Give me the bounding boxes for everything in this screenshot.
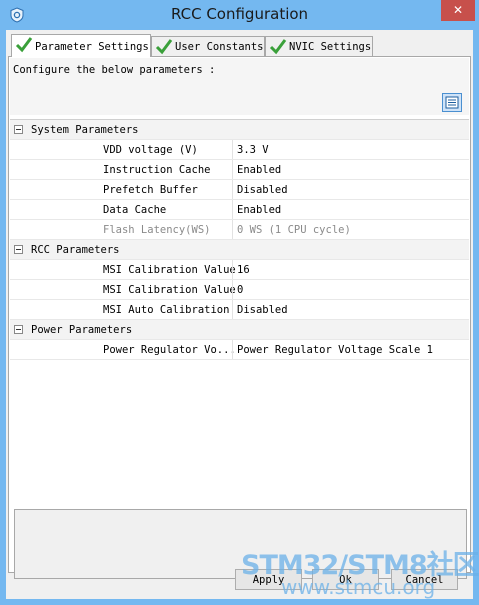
dialog-body: Parameter Settings User Constants NVIC S… — [6, 30, 479, 599]
param-name: MSI Calibration Value — [103, 284, 236, 296]
check-icon — [15, 37, 33, 53]
param-name: Instruction Cache — [103, 164, 211, 176]
check-icon — [269, 39, 287, 55]
param-value[interactable]: Enabled — [237, 204, 281, 216]
param-row-power-regulator[interactable]: Power Regulator Vo... Power Regulator Vo… — [10, 340, 469, 360]
tab-label: NVIC Settings — [289, 41, 372, 53]
column-divider — [232, 260, 233, 279]
column-divider — [232, 140, 233, 159]
group-rcc-parameters[interactable]: RCC Parameters — [10, 240, 469, 260]
view-toggle-button[interactable] — [442, 93, 462, 112]
group-label: RCC Parameters — [31, 244, 120, 256]
param-row-data-cache[interactable]: Data Cache Enabled — [10, 200, 469, 220]
tab-nvic-settings[interactable]: NVIC Settings — [265, 36, 373, 56]
tab-user-constants[interactable]: User Constants — [151, 36, 265, 56]
param-row-flash-latency: Flash Latency(WS) 0 WS (1 CPU cycle) — [10, 220, 469, 240]
window-title: RCC Configuration — [170, 5, 309, 23]
param-value[interactable]: Power Regulator Voltage Scale 1 — [237, 344, 433, 356]
param-name: Prefetch Buffer — [103, 184, 198, 196]
apply-button[interactable]: Apply — [235, 569, 302, 590]
column-divider — [232, 220, 233, 239]
parameter-settings-panel: Configure the below parameters : System … — [8, 56, 471, 579]
column-divider — [232, 200, 233, 219]
param-value[interactable]: 3.3 V — [237, 144, 269, 156]
param-value[interactable]: Disabled — [237, 184, 288, 196]
tab-parameter-settings[interactable]: Parameter Settings — [11, 34, 151, 57]
param-row-prefetch-buffer[interactable]: Prefetch Buffer Disabled — [10, 180, 469, 200]
collapse-icon[interactable] — [14, 325, 23, 334]
rcc-configuration-window: RCC Configuration ✕ Parameter Settings U… — [0, 0, 479, 605]
param-row-vdd-voltage[interactable]: VDD voltage (V) 3.3 V — [10, 140, 469, 160]
column-divider — [232, 280, 233, 299]
close-button[interactable]: ✕ — [441, 0, 475, 21]
parameter-grid: System Parameters VDD voltage (V) 3.3 V … — [10, 119, 469, 479]
param-row-msi-auto-calibration[interactable]: MSI Auto Calibration Disabled — [10, 300, 469, 320]
column-divider — [232, 340, 233, 359]
cancel-button[interactable]: Cancel — [391, 569, 458, 590]
column-divider — [232, 300, 233, 319]
param-name: MSI Calibration Value — [103, 264, 236, 276]
param-value[interactable]: 0 — [237, 284, 243, 296]
column-divider — [232, 160, 233, 179]
param-value: 0 WS (1 CPU cycle) — [237, 224, 351, 236]
panel-header: Configure the below parameters : — [10, 58, 469, 115]
group-label: Power Parameters — [31, 324, 133, 336]
param-value[interactable]: Disabled — [237, 304, 288, 316]
group-power-parameters[interactable]: Power Parameters — [10, 320, 469, 340]
title-bar[interactable]: RCC Configuration ✕ — [0, 0, 479, 30]
column-divider — [232, 180, 233, 199]
param-name: VDD voltage (V) — [103, 144, 198, 156]
tab-label: User Constants — [175, 41, 264, 53]
tab-label: Parameter Settings — [35, 41, 149, 53]
param-name: MSI Auto Calibration — [103, 304, 230, 316]
param-name: Data Cache — [103, 204, 167, 216]
configure-label: Configure the below parameters : — [13, 64, 216, 76]
group-label: System Parameters — [31, 124, 139, 136]
param-name: Power Regulator Vo... — [103, 344, 236, 356]
param-value[interactable]: Enabled — [237, 164, 281, 176]
list-view-icon — [445, 96, 459, 109]
param-row-instruction-cache[interactable]: Instruction Cache Enabled — [10, 160, 469, 180]
collapse-icon[interactable] — [14, 245, 23, 254]
param-value[interactable]: 16 — [237, 264, 250, 276]
param-row-msi-calibration-value-2[interactable]: MSI Calibration Value 0 — [10, 280, 469, 300]
param-name: Flash Latency(WS) — [103, 224, 211, 236]
check-icon — [155, 39, 173, 55]
param-row-msi-calibration-value[interactable]: MSI Calibration Value 16 — [10, 260, 469, 280]
ok-button[interactable]: Ok — [312, 569, 379, 590]
group-system-parameters[interactable]: System Parameters — [10, 120, 469, 140]
collapse-icon[interactable] — [14, 125, 23, 134]
